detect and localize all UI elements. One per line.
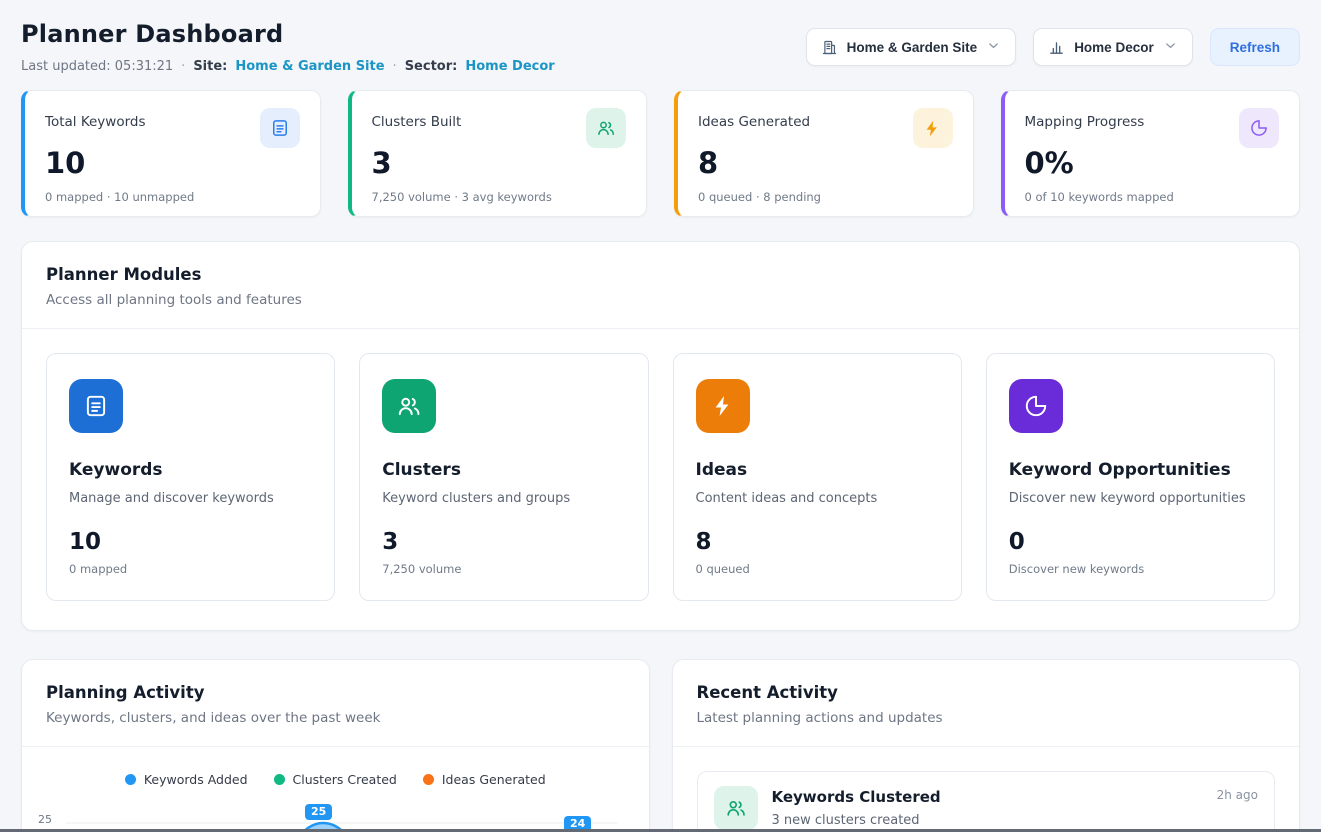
modules-title: Planner Modules [46, 265, 1275, 284]
stat-value: 3 [372, 148, 627, 180]
legend-label: Ideas Generated [442, 772, 546, 787]
page-title: Planner Dashboard [21, 20, 555, 48]
bolt-icon [913, 108, 953, 148]
planner-modules-panel: Planner Modules Access all planning tool… [21, 241, 1300, 631]
stat-label: Clusters Built [372, 108, 462, 130]
site-selector-label: Home & Garden Site [847, 40, 978, 55]
activity-description: 3 new clusters created [772, 813, 941, 828]
module-card-keyword-opportunities[interactable]: Keyword Opportunities Discover new keywo… [986, 353, 1275, 601]
stat-cards-row: Total Keywords 10 0 mapped · 10 unmapped… [21, 90, 1300, 217]
sector-link[interactable]: Home Decor [465, 59, 554, 74]
module-value: 0 [1009, 529, 1252, 555]
module-description: Content ideas and concepts [696, 491, 939, 506]
chevron-down-icon [986, 38, 1001, 56]
header-left: Planner Dashboard Last updated: 05:31:21… [21, 20, 555, 74]
stat-value: 10 [45, 148, 300, 180]
refresh-button[interactable]: Refresh [1210, 28, 1300, 66]
activity-chart-area: 25 25 24 [22, 795, 649, 832]
site-selector-button[interactable]: Home & Garden Site [806, 28, 1017, 66]
users-icon [586, 108, 626, 148]
bottom-row: Planning Activity Keywords, clusters, an… [21, 659, 1300, 832]
modules-grid: Keywords Manage and discover keywords 10… [22, 329, 1299, 630]
legend-dot-green [274, 774, 285, 785]
pie-chart-icon [1009, 379, 1063, 433]
planning-activity-subtitle: Keywords, clusters, and ideas over the p… [46, 710, 625, 726]
meta-separator: · [393, 59, 397, 74]
planning-activity-title: Planning Activity [46, 683, 625, 702]
module-value: 3 [382, 529, 625, 555]
activity-timestamp: 2h ago [1217, 786, 1258, 802]
module-card-ideas[interactable]: Ideas Content ideas and concepts 8 0 que… [673, 353, 962, 601]
last-updated-text: Last updated: 05:31:21 [21, 59, 173, 74]
legend-label: Clusters Created [293, 772, 397, 787]
stat-card-clusters-built: Clusters Built 3 7,250 volume · 3 avg ke… [348, 90, 648, 217]
module-value: 8 [696, 529, 939, 555]
module-title: Ideas [696, 460, 939, 480]
module-value: 10 [69, 529, 312, 555]
sector-selector-button[interactable]: Home Decor [1033, 28, 1193, 66]
activity-title: Keywords Clustered [772, 786, 941, 806]
module-card-keywords[interactable]: Keywords Manage and discover keywords 10… [46, 353, 335, 601]
stat-sub: 0 queued · 8 pending [698, 190, 953, 204]
module-sub: 0 mapped [69, 562, 312, 576]
module-sub: Discover new keywords [1009, 562, 1252, 576]
document-icon [69, 379, 123, 433]
stat-card-total-keywords: Total Keywords 10 0 mapped · 10 unmapped [21, 90, 321, 217]
module-title: Clusters [382, 460, 625, 480]
legend-item-keywords-added: Keywords Added [125, 772, 248, 787]
recent-activity-card: Recent Activity Latest planning actions … [672, 659, 1301, 832]
point-label: 25 [305, 804, 332, 820]
site-label: Site: [193, 59, 227, 74]
module-title: Keyword Opportunities [1009, 460, 1252, 480]
header-controls: Home & Garden Site Home Decor Refresh [806, 28, 1300, 66]
sector-label: Sector: [405, 59, 458, 74]
users-icon [382, 379, 436, 433]
modules-subtitle: Access all planning tools and features [46, 292, 1275, 308]
meta-separator: · [181, 59, 185, 74]
stat-value: 8 [698, 148, 953, 180]
legend-item-clusters-created: Clusters Created [274, 772, 397, 787]
activity-item: Keywords Clustered 3 new clusters create… [697, 771, 1276, 832]
sector-selector-label: Home Decor [1074, 40, 1154, 55]
stat-label: Mapping Progress [1025, 108, 1145, 130]
chart-legend: Keywords Added Clusters Created Ideas Ge… [22, 772, 649, 787]
chevron-down-icon [1163, 38, 1178, 56]
recent-activity-title: Recent Activity [697, 683, 1276, 702]
module-card-clusters[interactable]: Clusters Keyword clusters and groups 3 7… [359, 353, 648, 601]
planning-activity-header: Planning Activity Keywords, clusters, an… [22, 660, 649, 747]
bolt-icon [696, 379, 750, 433]
stat-sub: 7,250 volume · 3 avg keywords [372, 190, 627, 204]
activity-body: Keywords Clustered 3 new clusters create… [772, 786, 941, 828]
legend-label: Keywords Added [144, 772, 248, 787]
bar-chart-icon [1048, 39, 1065, 56]
stat-label: Ideas Generated [698, 108, 810, 130]
legend-dot-orange [423, 774, 434, 785]
stat-sub: 0 of 10 keywords mapped [1025, 190, 1280, 204]
module-title: Keywords [69, 460, 312, 480]
stat-card-mapping-progress: Mapping Progress 0% 0 of 10 keywords map… [1001, 90, 1301, 217]
legend-dot-blue [125, 774, 136, 785]
recent-activity-subtitle: Latest planning actions and updates [697, 710, 1276, 726]
modules-panel-header: Planner Modules Access all planning tool… [22, 242, 1299, 329]
recent-activity-header: Recent Activity Latest planning actions … [673, 660, 1300, 747]
site-link[interactable]: Home & Garden Site [235, 59, 384, 74]
stat-value: 0% [1025, 148, 1280, 180]
stat-card-ideas-generated: Ideas Generated 8 0 queued · 8 pending [674, 90, 974, 217]
stat-sub: 0 mapped · 10 unmapped [45, 190, 300, 204]
module-sub: 0 queued [696, 562, 939, 576]
module-sub: 7,250 volume [382, 562, 625, 576]
stat-label: Total Keywords [45, 108, 146, 130]
module-description: Manage and discover keywords [69, 491, 312, 506]
module-description: Keyword clusters and groups [382, 491, 625, 506]
header-meta: Last updated: 05:31:21 · Site: Home & Ga… [21, 59, 555, 74]
pie-chart-icon [1239, 108, 1279, 148]
document-icon [260, 108, 300, 148]
module-description: Discover new keyword opportunities [1009, 491, 1252, 506]
legend-item-ideas-generated: Ideas Generated [423, 772, 546, 787]
planning-activity-card: Planning Activity Keywords, clusters, an… [21, 659, 650, 832]
page-header: Planner Dashboard Last updated: 05:31:21… [0, 0, 1321, 74]
users-icon [714, 786, 758, 830]
building-icon [821, 39, 838, 56]
